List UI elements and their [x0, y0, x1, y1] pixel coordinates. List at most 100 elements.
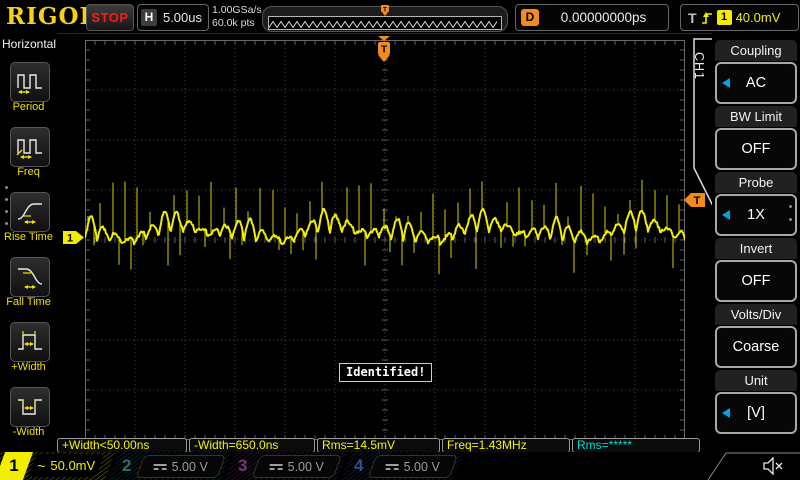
- rise-time-icon: [15, 198, 45, 226]
- dc-coupling-icon: [270, 464, 283, 470]
- ac-coupling-icon: ~: [37, 461, 45, 471]
- selector-triangle-icon: [722, 78, 730, 88]
- unit-value: [V]: [747, 405, 765, 421]
- channel-soft-menu: Coupling AC BW Limit OFF Probe 1X Invert…: [712, 33, 800, 452]
- coupling-value: AC: [746, 75, 766, 91]
- t-badge: T: [688, 10, 697, 26]
- ch1-ground-marker[interactable]: 1: [62, 230, 85, 250]
- horizontal-timebase-readout: H 5.00us: [137, 4, 209, 31]
- trigger-readout: T 1 40.0mV: [680, 4, 799, 31]
- dc-coupling-icon: [154, 464, 167, 470]
- ch4-status[interactable]: 4 5.00 V: [341, 452, 463, 480]
- menu-page-dot: [789, 205, 792, 208]
- menu-page-dot: [5, 222, 8, 225]
- bw-limit-label: BW Limit: [715, 106, 797, 127]
- left-menu-title: Horizontal: [2, 37, 56, 51]
- ch3-number: 3: [238, 452, 247, 480]
- acquisition-readout: 1.00GSa/s 60.0k pts: [212, 4, 262, 29]
- probe-value: 1X: [747, 207, 765, 223]
- neg-width-button[interactable]: [10, 387, 50, 427]
- ch3-status[interactable]: 3 5.00 V: [225, 452, 347, 480]
- selector-triangle-icon: [722, 210, 730, 220]
- measurement-rms-math: Rms=*****: [572, 438, 700, 453]
- ch4-scale-value: 5.00 V: [404, 460, 440, 474]
- memory-depth: 60.0k pts: [212, 17, 262, 30]
- identified-popup: Identified!: [339, 363, 432, 382]
- invert-value: OFF: [742, 273, 771, 289]
- selector-triangle-icon: [722, 408, 730, 418]
- pos-width-label: +Width: [0, 361, 57, 373]
- ch1-status[interactable]: 1 ~ 50.0mV: [0, 452, 115, 480]
- preview-trigger-pin[interactable]: T: [379, 4, 391, 16]
- measurement-bar: +Width<50.00ns -Width=650.0ns Rms=14.5mV…: [0, 437, 800, 453]
- period-icon: [15, 68, 45, 96]
- channel-status-bar: 1 ~ 50.0mV 2 5.00 V 3: [0, 452, 800, 480]
- pos-width-button[interactable]: [10, 322, 50, 362]
- ch1-number-badge: 1: [0, 452, 33, 480]
- fall-time-icon: [15, 263, 45, 291]
- probe-label: Probe: [715, 172, 797, 193]
- volts-div-button[interactable]: Coarse: [715, 326, 797, 368]
- trigger-position-marker[interactable]: T: [376, 36, 392, 68]
- svg-text:T: T: [383, 8, 387, 14]
- left-function-menu: Horizontal Period Freq: [0, 33, 57, 452]
- volts-div-value: Coarse: [733, 339, 780, 355]
- unit-label: Unit: [715, 370, 797, 391]
- status-bar: RIGOL STOP H 5.00us 1.00GSa/s 60.0k pts …: [0, 0, 800, 34]
- ch1-marker-label: 1: [67, 233, 73, 245]
- volts-div-label: Volts/Div: [715, 304, 797, 325]
- fall-time-label: Fall Time: [0, 296, 57, 308]
- dc-coupling-icon: [386, 464, 399, 470]
- ch1-scale-value: 50.0mV: [50, 458, 95, 473]
- sample-rate: 1.00GSa/s: [212, 4, 262, 17]
- timebase-value: 5.00us: [157, 10, 208, 25]
- freq-icon: [15, 133, 45, 161]
- period-button[interactable]: [10, 62, 50, 102]
- ch1-number: 1: [0, 452, 28, 480]
- d-badge: D: [521, 9, 539, 26]
- bw-limit-value: OFF: [742, 141, 771, 157]
- neg-width-icon: [15, 393, 45, 421]
- fall-time-button[interactable]: [10, 257, 50, 297]
- ch3-scale-box: 5.00 V: [252, 455, 342, 478]
- rise-time-label: Rise Time: [0, 231, 57, 243]
- sound-zone: [700, 452, 800, 480]
- freq-button[interactable]: [10, 127, 50, 167]
- ch4-scale-box: 5.00 V: [368, 455, 458, 478]
- ch2-number: 2: [122, 452, 131, 480]
- menu-page-dot: [5, 186, 8, 189]
- freq-label: Freq: [0, 166, 57, 178]
- measurement-rms: Rms=14.5mV: [317, 438, 440, 453]
- ch1-scale-box: ~ 50.0mV: [28, 454, 104, 477]
- bw-limit-button[interactable]: OFF: [715, 128, 797, 170]
- preview-window[interactable]: [268, 16, 502, 30]
- delay-readout: D 0.00000000ps: [515, 4, 669, 31]
- probe-button[interactable]: 1X: [715, 194, 797, 236]
- oscilloscope-screen: RIGOL STOP H 5.00us 1.00GSa/s 60.0k pts …: [0, 0, 800, 480]
- menu-page-dot: [789, 218, 792, 221]
- trigger-source-badge: 1: [717, 10, 732, 25]
- mute-speaker-icon[interactable]: [762, 457, 784, 480]
- ch4-number: 4: [354, 452, 363, 480]
- h-badge: H: [141, 9, 157, 26]
- invert-label: Invert: [715, 238, 797, 259]
- trigger-level-value: 40.0mV: [736, 10, 781, 25]
- ch2-status[interactable]: 2 5.00 V: [109, 452, 231, 480]
- period-label: Period: [0, 101, 57, 113]
- coupling-button[interactable]: AC: [715, 62, 797, 104]
- unit-button[interactable]: [V]: [715, 392, 797, 434]
- coupling-label: Coupling: [715, 40, 797, 61]
- measurement-nwidth: -Width=650.0ns: [189, 438, 315, 453]
- menu-page-dot: [5, 198, 8, 201]
- measurement-freq: Freq=1.43MHz: [442, 438, 570, 453]
- ch2-scale-box: 5.00 V: [136, 455, 226, 478]
- invert-button[interactable]: OFF: [715, 260, 797, 302]
- waveform-position-preview[interactable]: T: [262, 6, 508, 32]
- rise-time-button[interactable]: [10, 192, 50, 232]
- ch3-scale-value: 5.00 V: [288, 460, 324, 474]
- menu-page-dot: [5, 210, 8, 213]
- pos-width-icon: [15, 328, 45, 356]
- channel-tab-label: CH1: [692, 52, 706, 80]
- preview-waveform: [269, 19, 499, 30]
- ch2-scale-value: 5.00 V: [172, 460, 208, 474]
